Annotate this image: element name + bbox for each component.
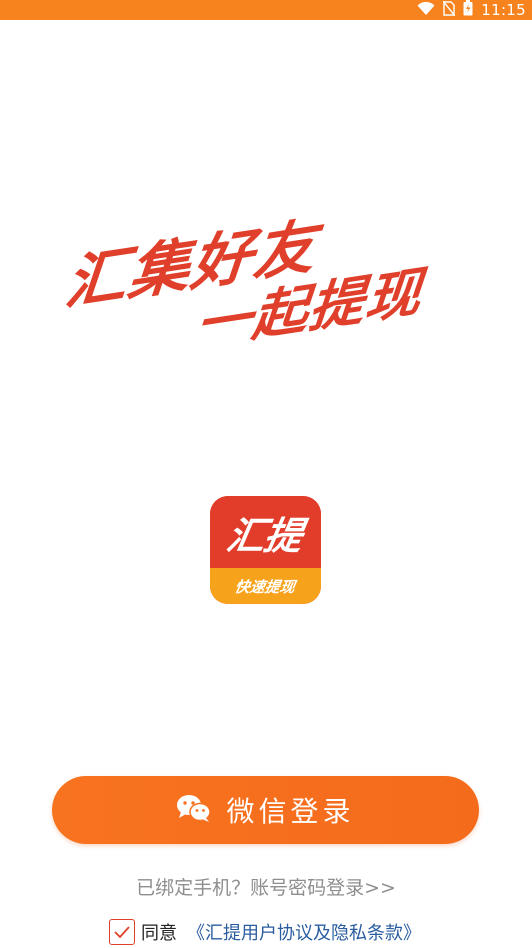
wifi-icon (417, 1, 435, 20)
app-logo: 汇提 快速提现 (210, 496, 321, 604)
agreement-row: 同意 《汇提用户协议及隐私条款》 (109, 918, 421, 946)
status-time: 11:15 (481, 1, 526, 19)
status-icons: 11:15 (417, 0, 526, 20)
agreement-checkbox[interactable] (109, 919, 135, 945)
no-sim-icon (442, 0, 456, 20)
wechat-icon (176, 793, 212, 827)
check-icon (114, 926, 130, 939)
logo-subtitle: 快速提现 (233, 577, 297, 596)
terms-privacy-link[interactable]: 《汇提用户协议及隐私条款》 (187, 919, 421, 945)
logo-bottom: 快速提现 (210, 568, 321, 604)
battery-charging-icon (463, 0, 473, 20)
logo-top: 汇提 (210, 496, 321, 568)
password-login-link[interactable]: 已绑定手机？账号密码登录>> (0, 873, 532, 900)
logo-title: 汇提 (223, 513, 306, 558)
status-bar: 11:15 (0, 0, 532, 20)
wechat-login-button[interactable]: 微信登录 (52, 776, 479, 844)
agreement-label: 同意 (141, 923, 177, 944)
wechat-login-label: 微信登录 (226, 795, 355, 828)
